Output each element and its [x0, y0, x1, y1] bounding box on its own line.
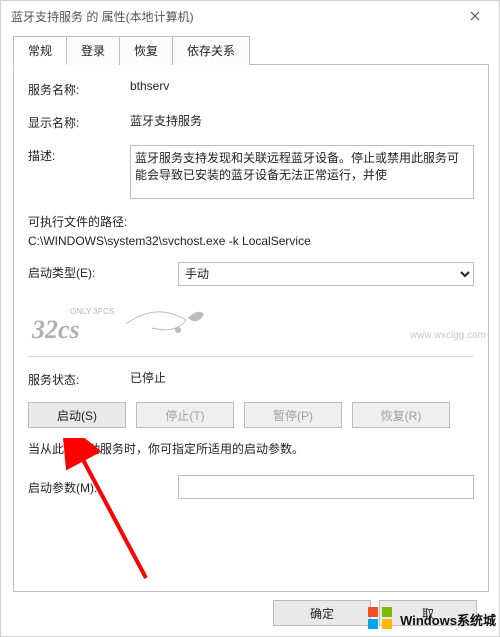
separator	[28, 356, 474, 357]
windows-logo-icon	[368, 607, 396, 631]
tab-logon-label: 登录	[81, 44, 105, 58]
row-description: 描述: 蓝牙服务支持发现和关联远程蓝牙设备。停止或禁用此服务可能会导致已安装的蓝…	[28, 145, 474, 199]
brand-overlay: Windows系统城	[364, 605, 500, 633]
tab-dependencies[interactable]: 依存关系	[172, 36, 250, 65]
tab-recovery[interactable]: 恢复	[119, 36, 173, 65]
watermark-url: www.wxclgg.com	[410, 330, 486, 341]
tab-recovery-label: 恢复	[134, 44, 158, 58]
description-textarea[interactable]: 蓝牙服务支持发现和关联远程蓝牙设备。停止或禁用此服务可能会导致已安装的蓝牙设备无…	[130, 145, 474, 199]
svg-text:32cs: 32cs	[31, 315, 80, 344]
tab-general[interactable]: 常规	[13, 36, 67, 65]
description-label: 描述:	[28, 145, 130, 164]
tab-general-label: 常规	[28, 44, 52, 58]
start-button[interactable]: 启动(S)	[28, 402, 126, 428]
exe-path-value: C:\WINDOWS\system32\svchost.exe -k Local…	[28, 234, 474, 248]
tabs: 常规 登录 恢复 依存关系	[13, 35, 489, 64]
startup-type-label: 启动类型(E):	[28, 262, 178, 281]
service-status-label: 服务状态:	[28, 369, 130, 388]
window-title: 蓝牙支持服务 的 属性(本地计算机)	[11, 8, 455, 25]
row-start-params: 启动参数(M):	[28, 475, 474, 499]
start-params-label: 启动参数(M):	[28, 479, 178, 496]
close-icon	[470, 11, 480, 21]
exe-path-block: 可执行文件的路径: C:\WINDOWS\system32\svchost.ex…	[28, 213, 474, 248]
properties-dialog: 蓝牙支持服务 的 属性(本地计算机) 常规 登录 恢复 依存关系 服务名称: b…	[0, 0, 500, 637]
row-startup-type: 启动类型(E): 手动	[28, 262, 474, 286]
watermark-image: ONLY 3PCS 32cs	[28, 300, 474, 348]
ok-button[interactable]: 确定	[273, 600, 371, 626]
service-control-buttons: 启动(S) 停止(T) 暂停(P) 恢复(R)	[28, 402, 474, 428]
brand-text: Windows系统城	[400, 610, 496, 629]
display-name-label: 显示名称:	[28, 112, 130, 131]
stop-button: 停止(T)	[136, 402, 234, 428]
pause-button: 暂停(P)	[244, 402, 342, 428]
service-status-value: 已停止	[130, 369, 474, 386]
start-params-note: 当从此处启动服务时，你可指定所适用的启动参数。	[28, 440, 474, 457]
startup-type-select[interactable]: 手动	[178, 262, 474, 286]
service-name-value: bthserv	[130, 79, 474, 93]
row-service-status: 服务状态: 已停止	[28, 369, 474, 388]
close-button[interactable]	[455, 2, 495, 30]
resume-button: 恢复(R)	[352, 402, 450, 428]
exe-path-label: 可执行文件的路径:	[28, 213, 474, 230]
titlebar: 蓝牙支持服务 的 属性(本地计算机)	[1, 1, 499, 31]
row-display-name: 显示名称: 蓝牙支持服务	[28, 112, 474, 131]
tab-logon[interactable]: 登录	[66, 36, 120, 65]
tab-panel-general: 服务名称: bthserv 显示名称: 蓝牙支持服务 描述: 蓝牙服务支持发现和…	[13, 64, 489, 592]
row-service-name: 服务名称: bthserv	[28, 79, 474, 98]
tab-dependencies-label: 依存关系	[187, 44, 235, 58]
service-name-label: 服务名称:	[28, 79, 130, 98]
display-name-value: 蓝牙支持服务	[130, 112, 474, 129]
start-params-input[interactable]	[178, 475, 474, 499]
